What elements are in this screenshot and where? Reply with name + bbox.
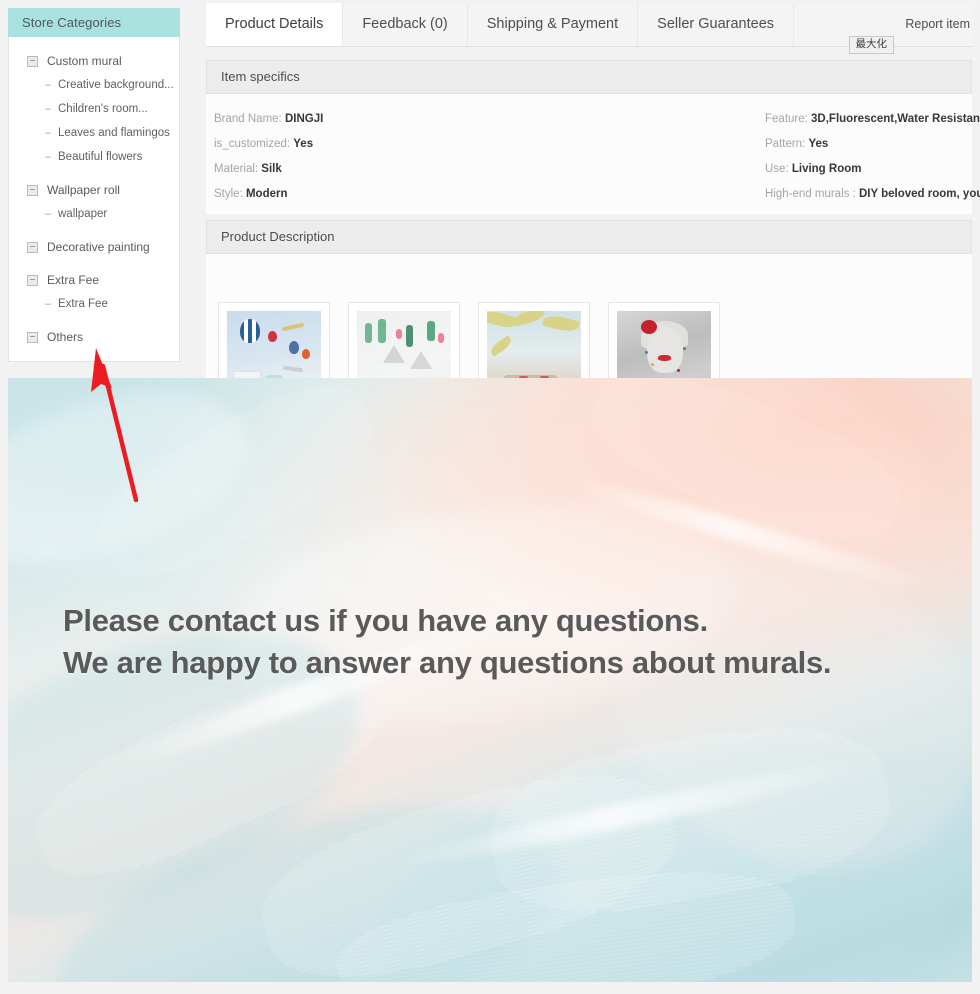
sidebar: Store Categories Custom mural – Creative b… [8, 8, 180, 440]
spec-value: Living Room [791, 163, 862, 175]
spec-key: Material: [214, 163, 262, 175]
tab-shipping-payment[interactable]: Shipping & Payment [466, 3, 638, 46]
sidebar-item-label: Extra Fee [58, 298, 108, 310]
spec-row: High-end murals : DIY beloved room, you … [765, 183, 980, 208]
sidebar-item-label: Creative background... [58, 79, 174, 91]
dash-icon: – [45, 151, 52, 163]
sidebar-item-label: Leaves and flamingos [58, 127, 170, 139]
report-item-link[interactable]: Report item [905, 17, 970, 31]
item-specifics-body: Brand Name: DINGJI is_customized: Yes Mate… [206, 94, 980, 214]
tab-product-details[interactable]: Product Details [206, 3, 343, 46]
tab-seller-guarantees[interactable]: Seller Guarantees [637, 3, 794, 46]
spec-value: Silk [261, 163, 282, 175]
sidebar-item-label: Extra Fee [47, 273, 100, 287]
main-content: Product Details Feedback (0) Shipping & … [206, 0, 980, 420]
tab-feedback[interactable]: Feedback (0) [342, 3, 467, 46]
spec-key: Use: [765, 163, 792, 175]
category-group-spacer [9, 316, 179, 325]
sidebar-item-label: Others [47, 330, 84, 344]
spec-key: is_customized: [214, 138, 294, 150]
sidebar-item-label: Children's room... [58, 103, 148, 115]
sidebar-item-label: Wallpaper roll [47, 183, 120, 197]
item-specifics-header: Item specifics [206, 60, 972, 94]
spec-key: Style: [214, 188, 246, 200]
spec-row: Style: Modern [214, 183, 589, 208]
sidebar-item-beautiful-flowers[interactable]: – Beautiful flowers [9, 145, 179, 169]
banner-line-2: We are happy to answer any questions abo… [63, 645, 832, 680]
dash-icon: – [45, 127, 52, 139]
sidebar-item-decorative-painting[interactable]: Decorative painting [9, 235, 179, 259]
sidebar-item-custom-mural[interactable]: Custom mural [9, 49, 179, 73]
dash-icon: – [45, 103, 52, 115]
sidebar-item-label: wallpaper [58, 208, 108, 220]
item-specifics-left-column: Brand Name: DINGJI is_customized: Yes Mate… [206, 108, 589, 208]
collapse-square-icon [27, 55, 38, 67]
sidebar-item-leaves-and-flamingos[interactable]: – Leaves and flamingos [9, 121, 179, 145]
sidebar-item-wallpaper[interactable]: – wallpaper [9, 202, 179, 226]
sidebar-item-extra-fee[interactable]: Extra Fee [9, 268, 179, 292]
spec-key: Feature: [765, 113, 812, 125]
spec-row: Pattern: Yes [765, 133, 972, 158]
spec-key: Brand Name: [214, 113, 285, 125]
sidebar-item-label: Custom mural [47, 54, 122, 68]
spec-row: is_customized: Yes [214, 133, 589, 158]
spec-row: Use: Living Room [765, 158, 972, 183]
sidebar-item-others[interactable]: Others [9, 325, 179, 349]
store-categories-panel: Store Categories Custom mural – Creative b… [8, 8, 180, 362]
sidebar-item-extra-fee[interactable]: – Extra Fee [9, 292, 179, 316]
spec-value: 3D,Fluorescent,Water Resistant,Mildew Re… [811, 113, 980, 125]
dash-icon: – [45, 298, 52, 310]
spec-key: High-end murals : [765, 188, 859, 200]
sidebar-item-label: Beautiful flowers [58, 151, 143, 163]
collapse-square-icon [27, 184, 38, 196]
sidebar-item-children-s-room[interactable]: – Children's room... [9, 97, 179, 121]
store-categories-list: Custom mural – Creative background... – Chil… [8, 37, 180, 362]
spec-key: Pattern: [765, 138, 809, 150]
spec-row: Material: Silk [214, 158, 589, 183]
collapse-square-icon [27, 274, 38, 286]
maximize-chip[interactable]: 最大化 [848, 36, 894, 54]
category-list: Custom mural – Creative background... – Chil… [9, 37, 179, 361]
category-group-spacer [9, 169, 179, 178]
dash-icon: – [45, 79, 52, 91]
collapse-square-icon [27, 241, 38, 253]
store-categories-title: Store Categories [8, 8, 180, 37]
spec-value: DINGJI [284, 113, 324, 125]
category-group-spacer [9, 259, 179, 268]
banner-message: Please contact us if you have any questi… [63, 600, 832, 684]
dash-icon: – [45, 208, 52, 220]
product-description-header: Product Description [206, 220, 972, 254]
sidebar-item-creative-background[interactable]: – Creative background... [9, 73, 179, 97]
spec-row: Brand Name: DINGJI [214, 108, 589, 133]
product-page: Store Categories Custom mural – Creative b… [0, 0, 980, 994]
spec-value: DIY beloved room, you will be the best d… [858, 188, 980, 200]
spec-row: Feature: 3D,Fluorescent,Water Resistant,… [765, 108, 980, 133]
spec-value: Yes [808, 138, 829, 150]
sidebar-item-label: Decorative painting [47, 240, 150, 254]
contact-banner: Please contact us if you have any questi… [8, 378, 972, 982]
category-group-spacer [9, 226, 179, 235]
spec-value: Yes [293, 138, 314, 150]
item-specifics-right-column: Feature: 3D,Fluorescent,Water Resistant,… [589, 108, 980, 208]
banner-line-1: Please contact us if you have any questi… [63, 603, 708, 638]
sidebar-item-wallpaper-roll[interactable]: Wallpaper roll [9, 178, 179, 202]
spec-value: Modern [245, 188, 288, 200]
collapse-square-icon [27, 331, 38, 343]
